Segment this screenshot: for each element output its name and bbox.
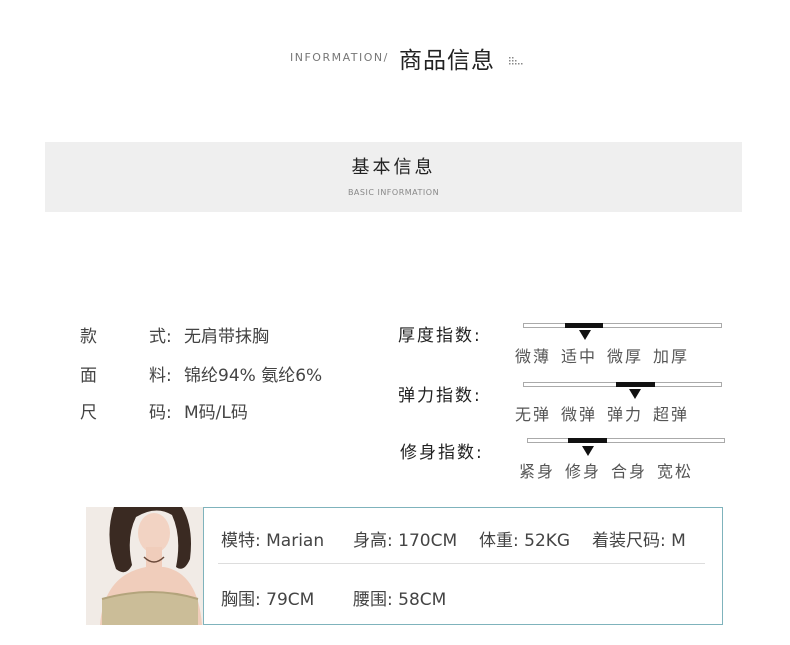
attr-value-style: 无肩带抹胸 [184,327,269,347]
banner-title: 基本信息 [351,157,436,178]
dot-grid-icon [509,57,523,65]
thickness-option: 适中 [561,347,598,366]
attr-value-size: M码/L码 [184,403,248,423]
elasticity-options: 无弹 微弹 弹力 超弹 [515,401,699,425]
model-name: 模特: Marian [221,531,325,551]
attr-key-style-1: 款 [80,327,97,347]
section-title-en: INFORMATION/ [290,51,389,64]
model-info-divider [218,563,705,564]
fit-options: 紧身 修身 合身 宽松 [519,458,703,482]
model-photo [86,507,204,625]
model-waist: 腰围: 58CM [353,590,447,610]
thickness-index-label: 厚度指数: [398,326,482,346]
elasticity-index-label: 弹力指数: [398,386,482,406]
elasticity-scale [523,382,722,387]
elasticity-option: 无弹 [515,405,552,424]
elasticity-option: 微弹 [561,405,598,424]
thickness-option: 微薄 [515,347,552,366]
elasticity-scale-fill [616,382,655,387]
basic-info-banner: 基本信息 BASIC INFORMATION [45,142,742,212]
fit-index-label: 修身指数: [400,443,484,463]
thickness-marker-icon [579,330,591,340]
fit-option: 紧身 [519,462,556,481]
banner-subtitle: BASIC INFORMATION [347,188,440,197]
thickness-options: 微薄 适中 微厚 加厚 [515,343,699,367]
elasticity-marker-icon [629,389,641,399]
fit-option: 合身 [611,462,648,481]
fit-scale-fill [568,438,607,443]
elasticity-option: 超弹 [653,405,690,424]
model-size: 着装尺码: M [592,531,686,551]
attr-key-size-1: 尺 [80,403,97,423]
attr-key-style-2: 式: [149,327,172,347]
elasticity-option: 弹力 [607,405,644,424]
thickness-option: 加厚 [653,347,690,366]
attr-value-fabric: 锦纶94% 氨纶6% [184,366,323,386]
model-info-row-2: 胸围: 79CM 腰围: 58CM [221,585,711,610]
thickness-scale-fill [565,323,603,328]
thickness-scale [523,323,722,328]
attr-key-size-2: 码: [149,403,172,423]
fit-option: 宽松 [657,462,694,481]
thickness-option: 微厚 [607,347,644,366]
fit-option: 修身 [565,462,602,481]
model-bust: 胸围: 79CM [221,590,315,610]
fit-marker-icon [582,446,594,456]
model-height: 身高: 170CM [353,531,458,551]
attr-key-fabric-1: 面 [80,366,97,386]
model-info-row-1: 模特: Marian 身高: 170CM 体重: 52KG 着装尺码: M [221,526,711,551]
fit-scale [527,438,725,443]
attr-key-fabric-2: 料: [149,366,172,386]
section-title: 商品信息 [399,48,495,74]
model-weight: 体重: 52KG [479,531,571,551]
